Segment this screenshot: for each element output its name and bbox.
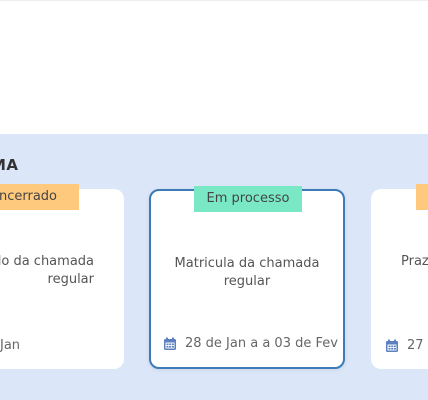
card-description-line: do da chamada: [0, 254, 94, 269]
top-area: [0, 0, 428, 134]
card-description: do da chamada regular: [0, 253, 94, 289]
calendar-icon: [164, 337, 176, 350]
card-description-line: regular: [223, 274, 271, 289]
divider: [0, 0, 428, 1]
card-description-line: Matricula da chamada: [174, 256, 320, 271]
schedule-card[interactable]: Prazo 27 a: [371, 184, 428, 369]
card-date-text: 27 a: [407, 338, 428, 353]
card-date: 28 de Jan a a 03 de Fev: [163, 336, 338, 351]
card-date: 27 a: [385, 338, 428, 353]
card-date-text: 28 de Jan a a 03 de Fev: [185, 336, 338, 351]
card-description-line: Prazo: [401, 254, 428, 269]
section-title: MA: [0, 156, 19, 174]
schedule-card[interactable]: Encerrado do da chamada regular Jan: [0, 184, 124, 369]
schedule-section: MA Encerrado do da chamada regular Jan E…: [0, 134, 428, 400]
schedule-card-active[interactable]: Em processo Matricula da chamada regular…: [149, 186, 345, 369]
card-description: Prazo: [401, 253, 428, 271]
card-date: Jan: [0, 338, 114, 353]
calendar-icon: [386, 339, 398, 352]
status-badge: [416, 184, 428, 210]
card-description: Matricula da chamada regular: [161, 255, 333, 291]
card-date-text: Jan: [0, 338, 21, 353]
status-badge: Encerrado: [0, 184, 79, 210]
status-badge: Em processo: [194, 186, 302, 212]
card-description-line: regular: [47, 272, 94, 287]
